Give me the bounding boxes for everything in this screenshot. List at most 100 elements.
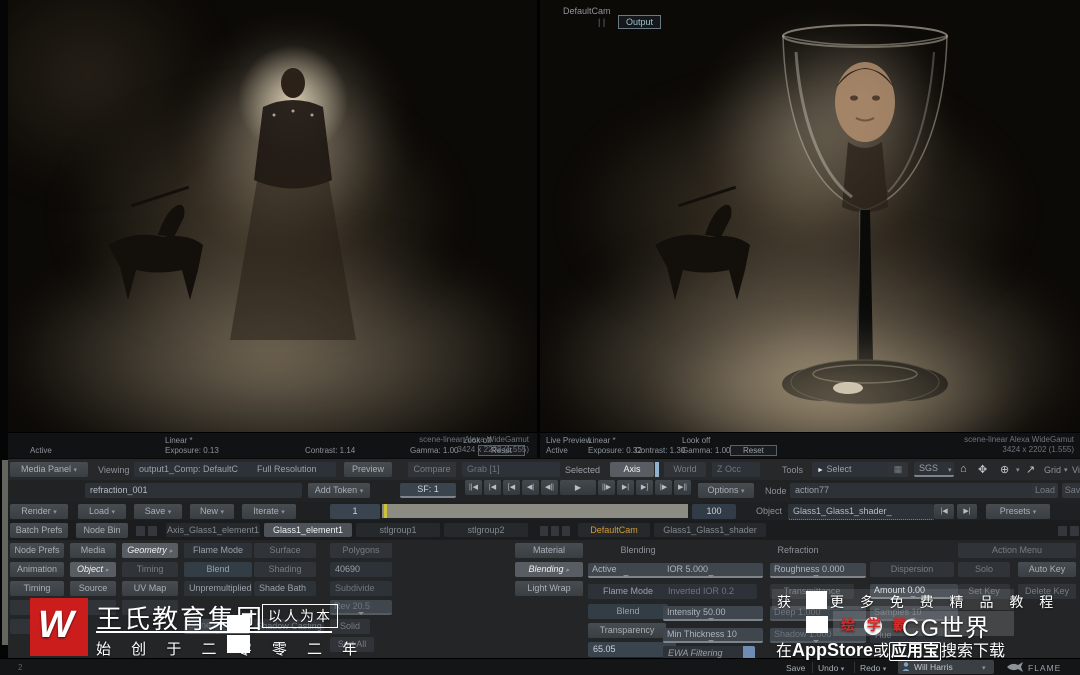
action-node-field[interactable]: action77 [790,483,1036,498]
tab-scroll-left[interactable] [136,526,145,536]
contrast-value[interactable]: Contrast: 1.30 [635,446,685,455]
node-bin-button[interactable]: Node Bin [76,523,128,538]
tool-select-field[interactable]: ► Select [812,462,890,477]
light-wrap-menu[interactable]: Light Wrap [515,581,583,596]
timing-button[interactable]: Timing [10,581,64,596]
tab-glass-element[interactable]: Glass1_element1 [264,523,352,537]
user-menu[interactable]: Will Harris ▾ [898,660,994,674]
chevron-down-icon[interactable]: ▾ [1016,466,1020,474]
center-icon[interactable]: ⊕ [1000,463,1009,476]
resolution-mode-field[interactable]: Full Resolution [252,462,336,477]
axis-toggle[interactable]: Axis [610,462,654,477]
roughness-slider[interactable]: Roughness 0.000 [770,563,866,578]
redo-button[interactable]: Redo ▾ [860,663,886,673]
timebar-playhead[interactable] [384,504,387,518]
selected-toggle[interactable]: Selected [565,465,600,475]
pan-icon[interactable]: ✥ [978,463,987,476]
active-slider[interactable]: Active [588,563,666,578]
load-setup-button[interactable]: Load ▾ [78,504,126,519]
look-label[interactable]: Look off [682,436,710,445]
preview-button[interactable]: Preview [344,462,392,477]
polygon-count-field[interactable]: 40690 [330,562,392,577]
prev-object-button[interactable]: |◀ [934,504,954,519]
gamma-value[interactable]: Gamma: 1.00 [410,446,458,455]
action-menu-button[interactable]: Action Menu [958,543,1076,558]
world-toggle[interactable]: World [664,462,706,477]
next-keyframe-button[interactable]: |▶ [655,480,672,495]
zocc-field[interactable]: Z Occ [712,462,760,477]
save-setup-button[interactable]: Save ▾ [134,504,182,519]
view-dropdown[interactable]: View [1072,465,1080,475]
gamma-value[interactable]: Gamma: 1.00 [682,446,730,455]
tab-default-cam[interactable]: DefaultCam [578,523,650,537]
ior-slider[interactable]: IOR 5.000 [663,563,763,578]
current-frame-field[interactable]: 1 [330,504,380,519]
picker-icon[interactable]: ↗ [1026,463,1035,476]
grab-field[interactable]: Grab [1] [462,462,560,477]
timebar[interactable] [382,504,688,518]
tab-list-button[interactable] [1070,526,1079,536]
iterate-button[interactable]: Iterate ▾ [242,504,296,519]
tab-stlgroup1[interactable]: stlgroup1 [356,523,440,537]
subdivide-field[interactable]: Subdivide [330,581,392,596]
tab-glass-shader[interactable]: Glass1_Glass1_shader [654,523,766,537]
flame-mode-field[interactable]: Flame Mode [184,543,252,558]
render-button[interactable]: Render ▾ [10,504,68,519]
next-object-button[interactable]: ▶| [957,504,977,519]
new-setup-button[interactable]: New ▾ [190,504,234,519]
auto-key-button[interactable]: Auto Key [1018,562,1076,577]
min-thickness-slider[interactable]: Min Thickness 10 [663,628,763,643]
goto-start-button[interactable]: ||◀ [465,480,482,495]
blend-field[interactable]: Blend [588,604,668,619]
grid-dropdown[interactable]: Grid [1044,465,1061,475]
exposure-value[interactable]: Exposure: 0.32 [588,446,642,455]
exposure-value[interactable]: Exposure: 0.13 [165,446,219,455]
save-button[interactable]: Save [786,663,805,673]
play-button[interactable]: ▶ [560,480,596,495]
object-menu[interactable]: Object ▸ [70,562,116,577]
transparency-button[interactable]: Transparency [588,623,666,638]
add-token-button[interactable]: Add Token ▾ [308,483,370,498]
viewport-right[interactable]: DefaultCam | | Output [540,0,1080,432]
tab-option-button[interactable] [562,526,570,536]
inverted-ior-field[interactable]: Inverted IOR 0.2 [663,584,757,599]
step-forward-button[interactable]: ▶| [617,480,634,495]
step-back-button[interactable]: ◀| [522,480,539,495]
prev-edit-button[interactable]: [◀ [503,480,520,495]
load-button[interactable]: Load [1032,483,1058,498]
workspace-indicator[interactable]: 2 [18,663,22,672]
shade-bath-field[interactable]: Shade Bath [254,581,316,596]
start-frame-field[interactable]: SF: 1 [400,483,456,498]
contrast-value[interactable]: Contrast: 1.14 [305,446,355,455]
prev-keyframe-button[interactable]: |◀ [484,480,501,495]
layout-grid-icon[interactable]: ▦ [888,462,908,477]
save-button[interactable]: Save [1062,483,1080,498]
dispersion-button[interactable]: Dispersion [870,562,954,577]
flame-mode-field[interactable]: Flame Mode [588,584,668,599]
tab-axis-element[interactable]: Axis_Glass1_element1 [166,523,260,537]
surface-button[interactable]: Surface [254,543,316,558]
geometry-menu[interactable]: Geometry ▸ [122,543,178,558]
tab-option-button[interactable] [540,526,548,536]
undo-button[interactable]: Undo ▾ [818,663,844,673]
timing-menu[interactable]: Timing [122,562,178,577]
options-button[interactable]: Options ▾ [698,483,754,498]
rev-slider[interactable]: Rev 20.5 [330,600,392,615]
blending-menu[interactable]: Blending ▸ [515,562,583,577]
node-prefs-button[interactable]: Node Prefs [10,543,64,558]
intensity-slider[interactable]: Intensity 50.00 [663,606,763,621]
media-panel-button[interactable]: Media Panel ▾ [10,462,88,477]
tab-scroll-right[interactable] [148,526,157,536]
node-name-field[interactable]: refraction_001 [85,483,302,498]
output-badge[interactable]: Output [618,15,662,29]
uv-map-button[interactable]: UV Map [122,581,178,596]
compare-button[interactable]: Compare [408,462,456,477]
object-name-field[interactable]: Glass1_Glass1_shader_ [788,504,934,520]
reset-button[interactable]: Reset [730,445,777,456]
source-button[interactable]: Source [70,581,116,596]
shading-button[interactable]: Shading [254,562,316,577]
tab-stlgroup2[interactable]: stlgroup2 [444,523,528,537]
viewport-left[interactable] [8,0,537,432]
animation-button[interactable]: Animation [10,562,64,577]
viewing-mode-field[interactable]: output1_Comp: DefaultC [134,462,254,477]
